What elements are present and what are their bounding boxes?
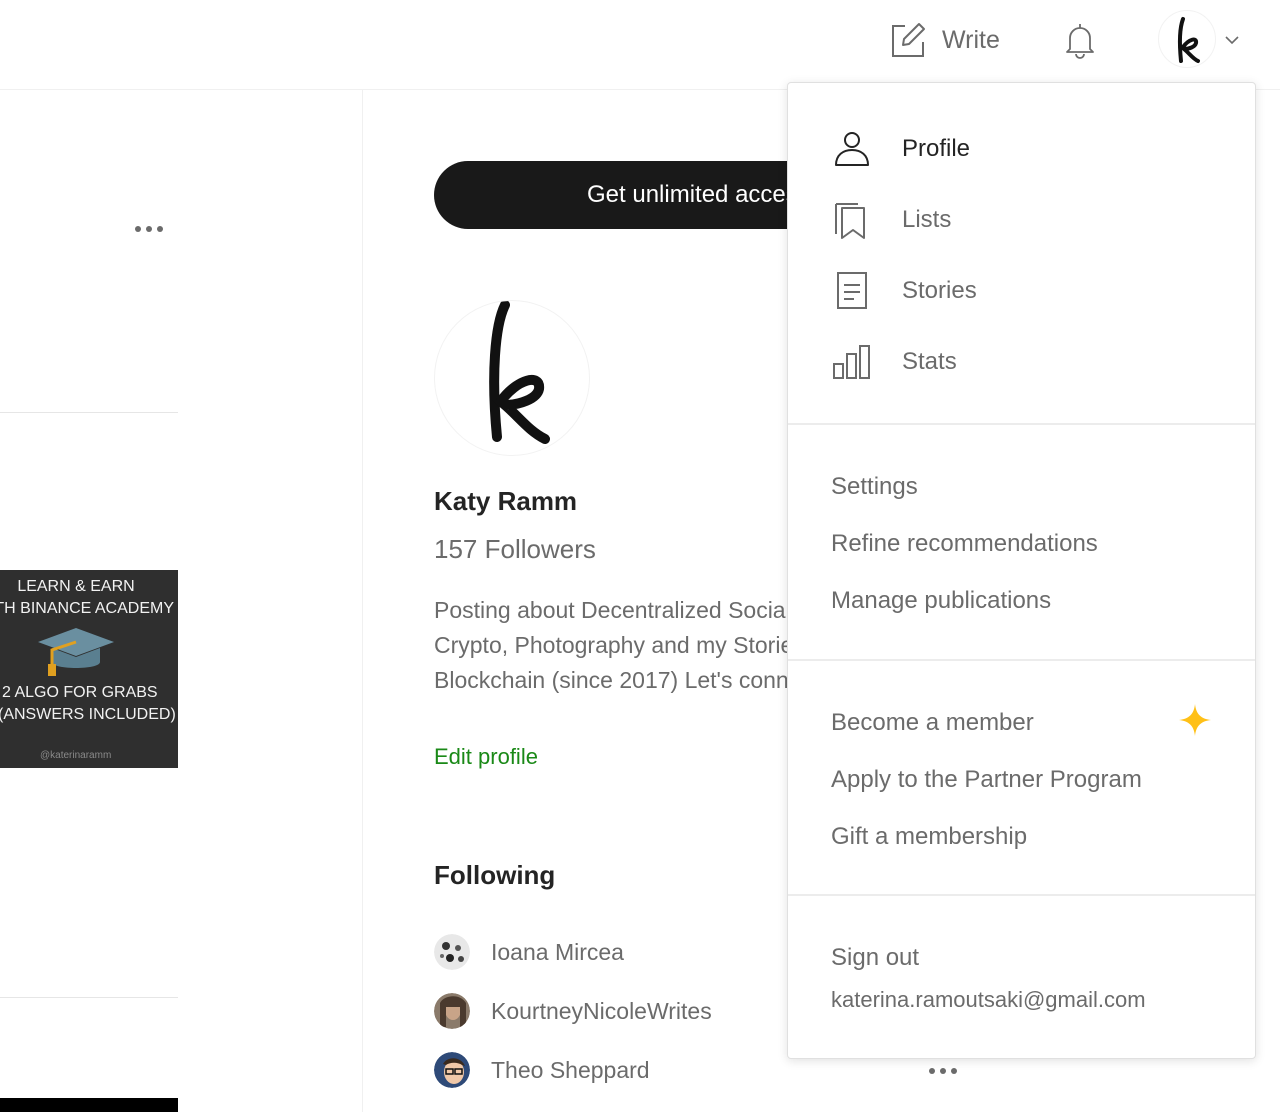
- avatar-letter-k-icon: [489, 301, 550, 444]
- menu-divider: [788, 423, 1255, 425]
- menu-item-gift-membership[interactable]: Gift a membership: [831, 823, 1027, 851]
- menu-item-profile[interactable]: Profile: [832, 128, 970, 170]
- sparkle-icon: [1179, 704, 1211, 736]
- following-name: KourtneyNicoleWrites: [491, 997, 712, 1024]
- thumbnail-line-1: LEARN & EARN: [17, 578, 135, 595]
- bar-chart-icon: [833, 345, 870, 379]
- profile-avatar[interactable]: [434, 300, 590, 456]
- avatar: [434, 993, 470, 1029]
- menu-divider: [788, 894, 1255, 896]
- following-item-theo-sheppard[interactable]: Theo Sheppard: [434, 1051, 650, 1089]
- following-item-ioana-mircea[interactable]: Ioana Mircea: [434, 933, 624, 971]
- following-name: Theo Sheppard: [491, 1056, 650, 1083]
- top-navigation-bar: Write: [0, 0, 1280, 90]
- followers-count[interactable]: 157 Followers: [434, 534, 596, 565]
- avatar: [434, 934, 470, 970]
- menu-item-manage-publications[interactable]: Manage publications: [831, 587, 1051, 615]
- sign-out-button[interactable]: Sign out: [831, 944, 919, 972]
- menu-item-stats[interactable]: Stats: [832, 341, 957, 383]
- article-thumbnail[interactable]: LEARN & EARN TH BINANCE ACADEMY 2 ALGO F…: [0, 570, 178, 768]
- account-email: katerina.ramoutsaki@gmail.com: [831, 987, 1146, 1012]
- menu-item-label: Stories: [902, 277, 977, 304]
- more-dots-icon: [929, 1068, 957, 1074]
- pencil-square-icon: [892, 23, 925, 57]
- user-avatar-button[interactable]: [1158, 10, 1216, 68]
- bell-icon: [1066, 24, 1094, 59]
- following-item-kourtneynicolewrites[interactable]: KourtneyNicoleWrites: [434, 992, 712, 1030]
- feed-divider: [0, 997, 178, 998]
- menu-item-become-member[interactable]: Become a member: [831, 709, 1034, 737]
- thumbnail-line-4: (ANSWERS INCLUDED): [0, 706, 176, 723]
- thumbnail-line-2: TH BINANCE ACADEMY: [0, 600, 174, 617]
- write-label: Write: [942, 25, 1000, 54]
- bio-line: Posting about Decentralized Social: [434, 597, 791, 623]
- thumbnail-credit: @katerinaramm: [40, 750, 112, 761]
- user-icon: [835, 132, 869, 166]
- document-icon: [837, 272, 867, 309]
- menu-item-partner-program[interactable]: Apply to the Partner Program: [831, 766, 1142, 794]
- more-dots-icon: [135, 226, 163, 232]
- more-options-button[interactable]: [928, 1060, 958, 1082]
- notifications-button[interactable]: [1060, 20, 1100, 60]
- graduation-cap-icon: [38, 628, 114, 676]
- article-thumbnail-partial[interactable]: [0, 1098, 178, 1112]
- account-dropdown-menu: Profile Lists Stories Stats Settings Ref…: [787, 82, 1256, 1059]
- bookmarks-icon: [835, 203, 865, 239]
- following-heading: Following: [434, 860, 556, 890]
- profile-name[interactable]: Katy Ramm: [434, 486, 577, 517]
- following-name: Ioana Mircea: [491, 938, 624, 965]
- menu-item-label: Stats: [902, 348, 957, 375]
- bio-line: Blockchain (since 2017) Let's connect: [434, 667, 794, 693]
- feed-divider: [0, 412, 178, 413]
- avatar-letter-k-icon: [1177, 17, 1200, 63]
- bio-line: Crypto, Photography and my Stories: [434, 632, 794, 658]
- menu-item-refine-recommendations[interactable]: Refine recommendations: [831, 530, 1098, 558]
- thumbnail-line-3: 2 ALGO FOR GRABS: [2, 684, 158, 701]
- menu-item-label: Lists: [902, 206, 952, 233]
- avatar: [434, 1052, 470, 1088]
- menu-item-stories[interactable]: Stories: [832, 270, 977, 312]
- menu-item-lists[interactable]: Lists: [832, 199, 951, 241]
- profile-bio: Posting about Decentralized Social Crypt…: [434, 593, 794, 698]
- account-menu-toggle[interactable]: [1222, 30, 1242, 50]
- more-options-button[interactable]: [134, 218, 164, 240]
- menu-item-label: Profile: [902, 135, 971, 162]
- edit-profile-link[interactable]: Edit profile: [434, 744, 538, 770]
- write-button[interactable]: Write: [890, 20, 1000, 60]
- menu-item-settings[interactable]: Settings: [831, 473, 918, 501]
- chevron-down-icon: [1225, 36, 1239, 45]
- menu-divider: [788, 659, 1255, 661]
